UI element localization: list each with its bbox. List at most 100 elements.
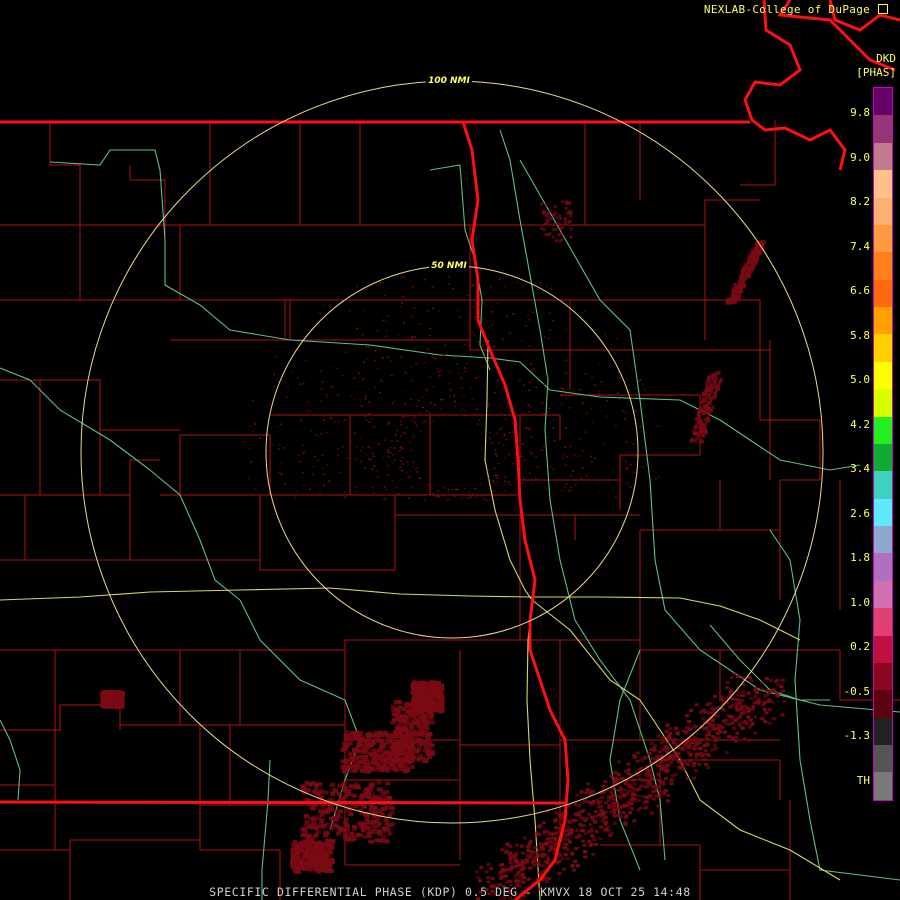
echo-pixel: [555, 216, 559, 220]
echo-pixel: [564, 329, 567, 331]
echo-pixel: [488, 437, 491, 440]
echo-pixel: [463, 487, 466, 490]
echo-pixel: [376, 797, 382, 802]
echo-pixel: [308, 488, 311, 490]
echo-pixel: [635, 759, 640, 763]
echo-pixel: [438, 310, 441, 313]
radar-echoes: [100, 200, 787, 900]
echo-pixel: [320, 433, 323, 435]
echo-pixel: [368, 345, 370, 348]
echo-pixel: [726, 735, 731, 739]
echo-pixel: [321, 823, 327, 828]
echo-pixel: [547, 837, 552, 841]
echo-pixel: [564, 206, 568, 210]
echo-pixel: [433, 404, 436, 406]
county-borders: [0, 120, 900, 900]
echo-pixel: [273, 373, 276, 376]
echo-pixel: [620, 777, 625, 780]
echo-pixel: [553, 205, 557, 209]
echo-pixel: [431, 286, 434, 288]
echo-pixel: [714, 376, 718, 380]
echo-pixel: [647, 485, 650, 488]
echo-pixel: [519, 452, 522, 455]
echo-pixel: [551, 320, 554, 322]
echo-pixel: [422, 714, 428, 718]
external-link-icon[interactable]: [878, 4, 888, 14]
echo-pixel: [665, 722, 670, 726]
echo-pixel: [590, 835, 595, 839]
echo-pixel: [529, 381, 532, 384]
echo-pixel: [550, 841, 555, 845]
echo-pixel: [447, 490, 450, 493]
echo-pixel: [460, 497, 463, 500]
echo-pixel: [642, 778, 647, 782]
echo-pixel: [583, 832, 588, 836]
echo-pixel: [682, 759, 687, 763]
echo-pixel: [452, 396, 455, 398]
echo-pixel: [276, 426, 279, 428]
echo-pixel: [353, 432, 356, 435]
echo-pixel: [666, 793, 671, 797]
echo-pixel: [353, 377, 356, 380]
echo-pixel: [703, 710, 708, 714]
echo-pixel: [401, 456, 403, 459]
echo-pixel: [745, 722, 749, 726]
echo-pixel: [643, 389, 646, 391]
echo-pixel: [471, 398, 474, 400]
color-scale-label: 7.4: [850, 239, 870, 253]
echo-pixel: [518, 299, 521, 301]
echo-pixel: [650, 776, 655, 780]
echo-pixel: [408, 476, 411, 478]
echo-pixel: [586, 349, 589, 351]
echo-pixel: [313, 834, 318, 839]
echo-pixel: [521, 443, 524, 445]
echo-pixel: [419, 708, 425, 713]
echo-pixel: [699, 738, 704, 742]
echo-pixel: [473, 334, 476, 337]
echo-pixel: [443, 487, 446, 489]
echo-pixel: [356, 327, 359, 329]
echo-pixel: [771, 688, 776, 692]
echo-pixel: [767, 699, 772, 703]
echo-pixel: [564, 464, 567, 466]
echo-pixel: [360, 736, 365, 741]
radar-map[interactable]: 100 NMI 50 NMI: [0, 0, 900, 900]
echo-pixel: [439, 700, 445, 705]
echo-pixel: [355, 285, 358, 288]
echo-pixel: [386, 356, 389, 358]
echo-pixel: [412, 436, 415, 438]
echo-pixel: [493, 481, 496, 484]
echo-pixel: [617, 794, 622, 798]
echo-pixel: [707, 411, 711, 416]
color-scale-segment: [874, 416, 892, 444]
echo-pixel: [333, 808, 339, 813]
echo-pixel: [740, 726, 745, 730]
echo-pixel: [713, 695, 717, 698]
echo-pixel: [589, 842, 594, 846]
echo-pixel: [554, 211, 558, 215]
echo-pixel: [417, 399, 420, 402]
color-scale-bar: [873, 87, 893, 801]
echo-pixel: [401, 469, 403, 472]
echo-pixel: [377, 822, 382, 826]
echo-pixel: [335, 825, 341, 829]
echo-pixel: [469, 387, 472, 390]
color-scale-segment: [874, 334, 892, 362]
echo-pixel: [562, 387, 565, 390]
echo-pixel: [747, 738, 752, 742]
echo-pixel: [254, 423, 256, 425]
echo-pixel: [569, 474, 572, 477]
echo-pixel: [408, 414, 410, 417]
echo-pixel: [594, 384, 597, 386]
echo-pixel: [376, 787, 382, 792]
color-scale-segment: [874, 662, 892, 691]
echo-pixel: [393, 400, 395, 402]
echo-pixel: [641, 795, 646, 799]
echo-pixel: [527, 404, 530, 406]
echo-pixel: [378, 768, 384, 773]
echo-pixel: [700, 408, 704, 413]
echo-pixel: [749, 718, 754, 722]
echo-pixel: [337, 783, 343, 788]
echo-pixel: [325, 808, 331, 813]
echo-pixel: [419, 430, 422, 433]
